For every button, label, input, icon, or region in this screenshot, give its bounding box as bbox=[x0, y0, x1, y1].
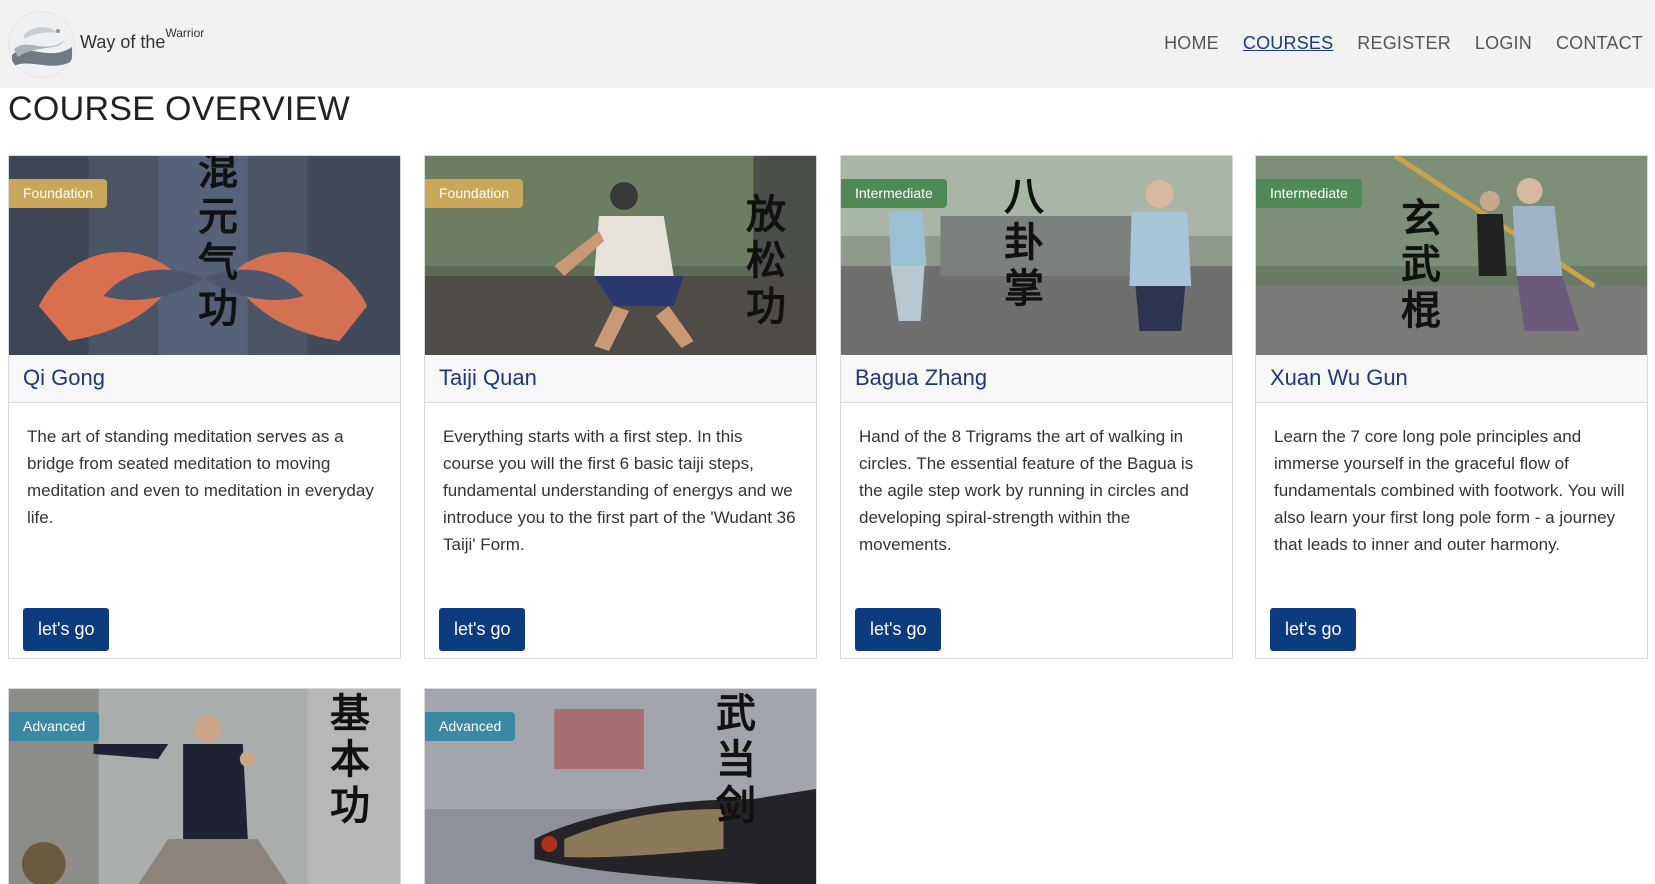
lets-go-button[interactable]: let's go bbox=[1270, 608, 1357, 651]
level-badge: Advanced bbox=[425, 712, 516, 741]
lets-go-button[interactable]: let's go bbox=[23, 608, 110, 651]
course-title[interactable]: Bagua Zhang bbox=[841, 355, 1232, 403]
logo[interactable] bbox=[8, 11, 75, 78]
nav-contact[interactable]: CONTACT bbox=[1556, 33, 1643, 54]
course-image[interactable]: Advanced 基本功 bbox=[9, 689, 400, 884]
course-description: Learn the 7 core long pole principles an… bbox=[1274, 427, 1625, 554]
course-description: The art of standing meditation serves as… bbox=[27, 427, 374, 527]
calligraphy-text: 基本功 bbox=[330, 691, 370, 829]
page-title: COURSE OVERVIEW bbox=[8, 90, 351, 128]
main-nav: HOME COURSES REGISTER LOGIN CONTACT bbox=[1164, 33, 1643, 54]
course-title[interactable]: Xuan Wu Gun bbox=[1256, 355, 1647, 403]
calligraphy-text: 放松功 bbox=[746, 192, 786, 330]
lets-go-button[interactable]: let's go bbox=[439, 608, 526, 651]
level-badge: Intermediate bbox=[1256, 179, 1362, 208]
nav-home[interactable]: HOME bbox=[1164, 33, 1219, 54]
calligraphy-text: 八卦掌 bbox=[1004, 174, 1044, 312]
course-card-taiji-quan: Foundation 放松功 Taiji Quan Everything sta… bbox=[424, 155, 817, 659]
calligraphy-text: 武当剑 bbox=[716, 691, 756, 829]
calligraphy-text: 玄武棍 bbox=[1401, 196, 1441, 334]
course-title[interactable]: Taiji Quan bbox=[425, 355, 816, 403]
course-image[interactable]: Intermediate 玄武棍 bbox=[1256, 156, 1647, 355]
course-card-bagua-zhang: Intermediate 八卦掌 Bagua Zhang Hand of the… bbox=[840, 155, 1233, 659]
course-image[interactable]: Foundation 放松功 bbox=[425, 156, 816, 355]
site-header: Way of theWarrior HOME COURSES REGISTER … bbox=[0, 0, 1655, 88]
nav-courses[interactable]: COURSES bbox=[1243, 33, 1333, 54]
course-description: Everything starts with a first step. In … bbox=[443, 427, 796, 554]
nav-login[interactable]: LOGIN bbox=[1475, 33, 1532, 54]
course-card-xuan-wu-gun: Intermediate 玄武棍 Xuan Wu Gun Learn the 7… bbox=[1255, 155, 1648, 659]
brand-superscript: Warrior bbox=[165, 26, 205, 40]
level-badge: Intermediate bbox=[841, 179, 947, 208]
course-title[interactable]: Qi Gong bbox=[9, 355, 400, 403]
level-badge: Advanced bbox=[9, 712, 100, 741]
course-image[interactable]: Intermediate 八卦掌 bbox=[841, 156, 1232, 355]
course-image[interactable]: Foundation 混元气功 bbox=[9, 156, 400, 355]
level-badge: Foundation bbox=[425, 179, 524, 208]
course-card-qi-gong: Foundation 混元气功 Qi Gong The art of stand… bbox=[8, 155, 401, 659]
brand-text: Way of the bbox=[80, 32, 166, 52]
calligraphy-text: 混元气功 bbox=[198, 156, 238, 332]
brand-name[interactable]: Way of theWarrior bbox=[80, 26, 204, 53]
course-image[interactable]: Advanced 武当剑 bbox=[425, 689, 816, 884]
course-description: Hand of the 8 Trigrams the art of walkin… bbox=[859, 427, 1194, 554]
nav-register[interactable]: REGISTER bbox=[1357, 33, 1451, 54]
lets-go-button[interactable]: let's go bbox=[855, 608, 942, 651]
course-card-advanced-1: Advanced 基本功 bbox=[8, 688, 401, 884]
level-badge: Foundation bbox=[9, 179, 108, 208]
course-card-advanced-2: Advanced 武当剑 bbox=[424, 688, 817, 884]
